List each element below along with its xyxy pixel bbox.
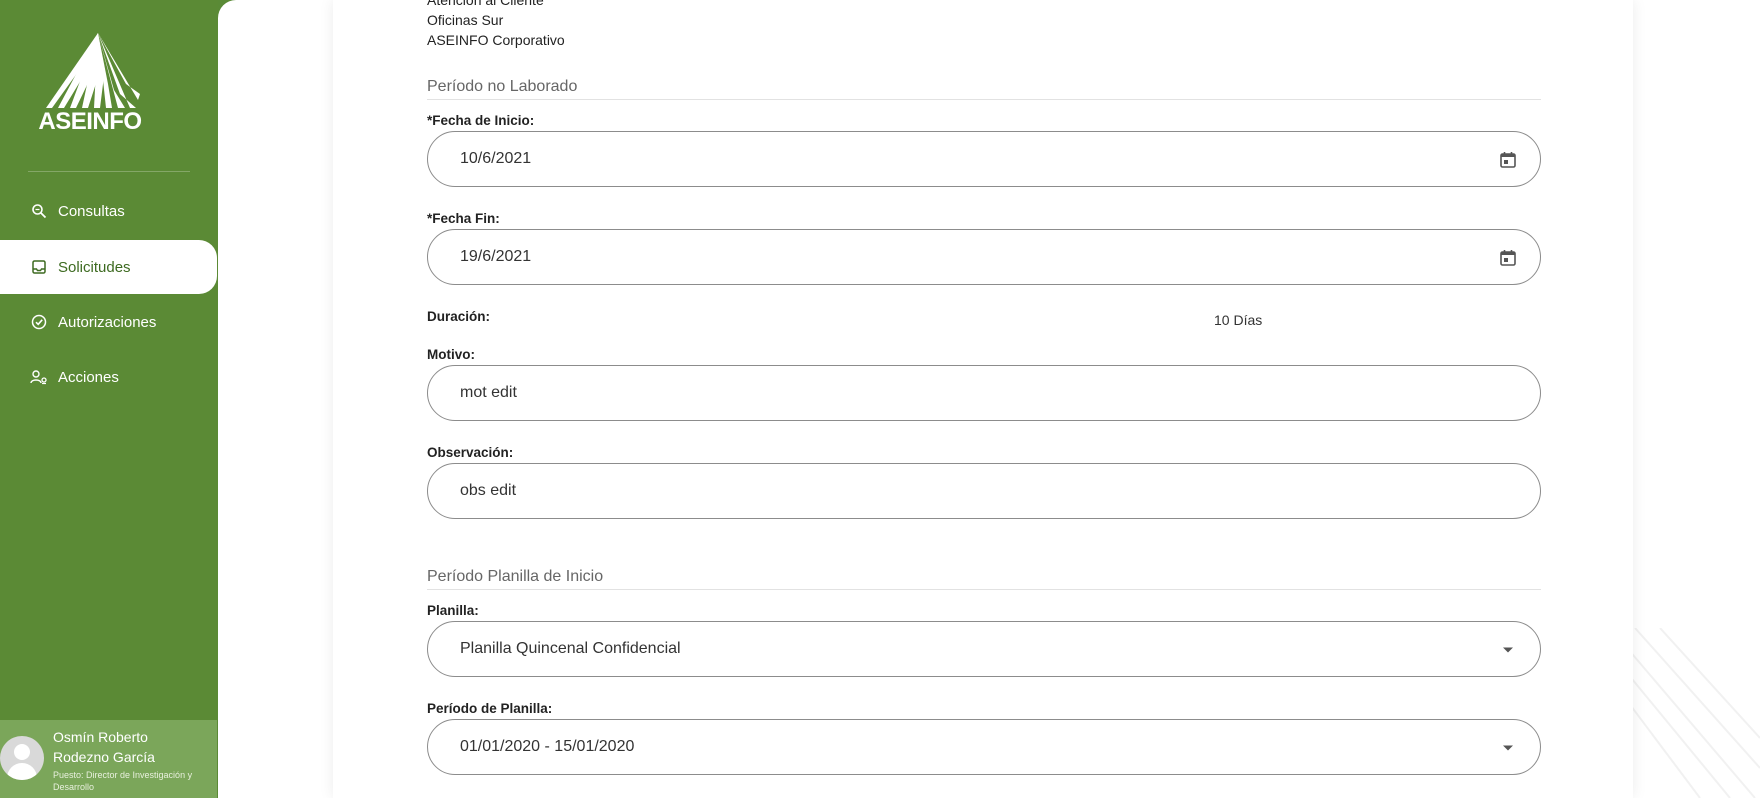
sidebar-item-consultas[interactable]: Consultas <box>0 184 217 238</box>
observacion-value: obs edit <box>460 482 517 499</box>
observacion-label: Observación: <box>427 445 514 460</box>
sidebar-item-label: Acciones <box>58 368 119 386</box>
sidebar-divider <box>28 171 190 172</box>
calendar-icon[interactable] <box>1498 150 1518 170</box>
observacion-field[interactable]: obs edit <box>427 463 1541 519</box>
duracion-label: Duración: <box>427 309 491 324</box>
periodo-planilla-value: 01/01/2020 - 15/01/2020 <box>460 738 635 755</box>
sidebar: ASEINFO Consultas Solicitudes Autorizaci… <box>0 0 218 798</box>
sidebar-item-acciones[interactable]: Acciones <box>0 350 217 404</box>
search-icon <box>30 202 48 220</box>
sidebar-item-autorizaciones[interactable]: Autorizaciones <box>0 295 217 349</box>
sidebar-item-label: Solicitudes <box>58 258 131 276</box>
fecha-inicio-field[interactable]: 10/6/2021 <box>427 131 1541 187</box>
motivo-label: Motivo: <box>427 347 475 362</box>
location-line: Atención al Cliente <box>427 0 544 8</box>
aseinfo-logo-mark-icon <box>46 33 140 108</box>
sidebar-item-label: Autorizaciones <box>58 313 157 331</box>
dropdown-arrow-icon[interactable] <box>1498 738 1518 758</box>
section-title-planilla: Período Planilla de Inicio <box>427 568 1541 590</box>
inbox-icon <box>30 258 48 276</box>
user-role: Puesto: Director de Investigación y Desa… <box>53 770 193 792</box>
fecha-fin-label: *Fecha Fin: <box>427 211 500 226</box>
location-line: Oficinas Sur <box>427 12 504 28</box>
section-title-periodo: Período no Laborado <box>427 78 1541 100</box>
motivo-field[interactable]: mot edit <box>427 365 1541 421</box>
periodo-planilla-select[interactable]: 01/01/2020 - 15/01/2020 <box>427 719 1541 775</box>
fecha-fin-value: 19/6/2021 <box>460 248 532 265</box>
planilla-value: Planilla Quincenal Confidencial <box>460 640 681 657</box>
aseinfo-logo: ASEINFO <box>30 30 150 140</box>
duracion-value: 10 Días <box>1214 312 1263 328</box>
avatar <box>0 736 44 780</box>
dropdown-arrow-icon[interactable] <box>1498 640 1518 660</box>
logo-text: ASEINFO <box>38 108 142 135</box>
check-circle-icon <box>30 313 48 331</box>
person-gear-icon <box>30 368 48 386</box>
user-profile[interactable]: Osmín Roberto Rodezno García Puesto: Dir… <box>0 720 217 798</box>
calendar-icon[interactable] <box>1498 248 1518 268</box>
fecha-inicio-value: 10/6/2021 <box>460 150 532 167</box>
planilla-select[interactable]: Planilla Quincenal Confidencial <box>427 621 1541 677</box>
sidebar-item-label: Consultas <box>58 202 125 220</box>
periodo-planilla-label: Período de Planilla: <box>427 701 553 716</box>
form-card: Atención al Cliente Oficinas Sur ASEINFO… <box>333 0 1633 798</box>
motivo-value: mot edit <box>460 384 517 401</box>
fecha-inicio-label: *Fecha de Inicio: <box>427 113 535 128</box>
fecha-fin-field[interactable]: 19/6/2021 <box>427 229 1541 285</box>
user-name: Osmín Roberto Rodezno García <box>53 729 155 765</box>
planilla-label: Planilla: <box>427 603 479 618</box>
sidebar-item-solicitudes[interactable]: Solicitudes <box>0 240 217 294</box>
location-line: ASEINFO Corporativo <box>427 32 565 48</box>
